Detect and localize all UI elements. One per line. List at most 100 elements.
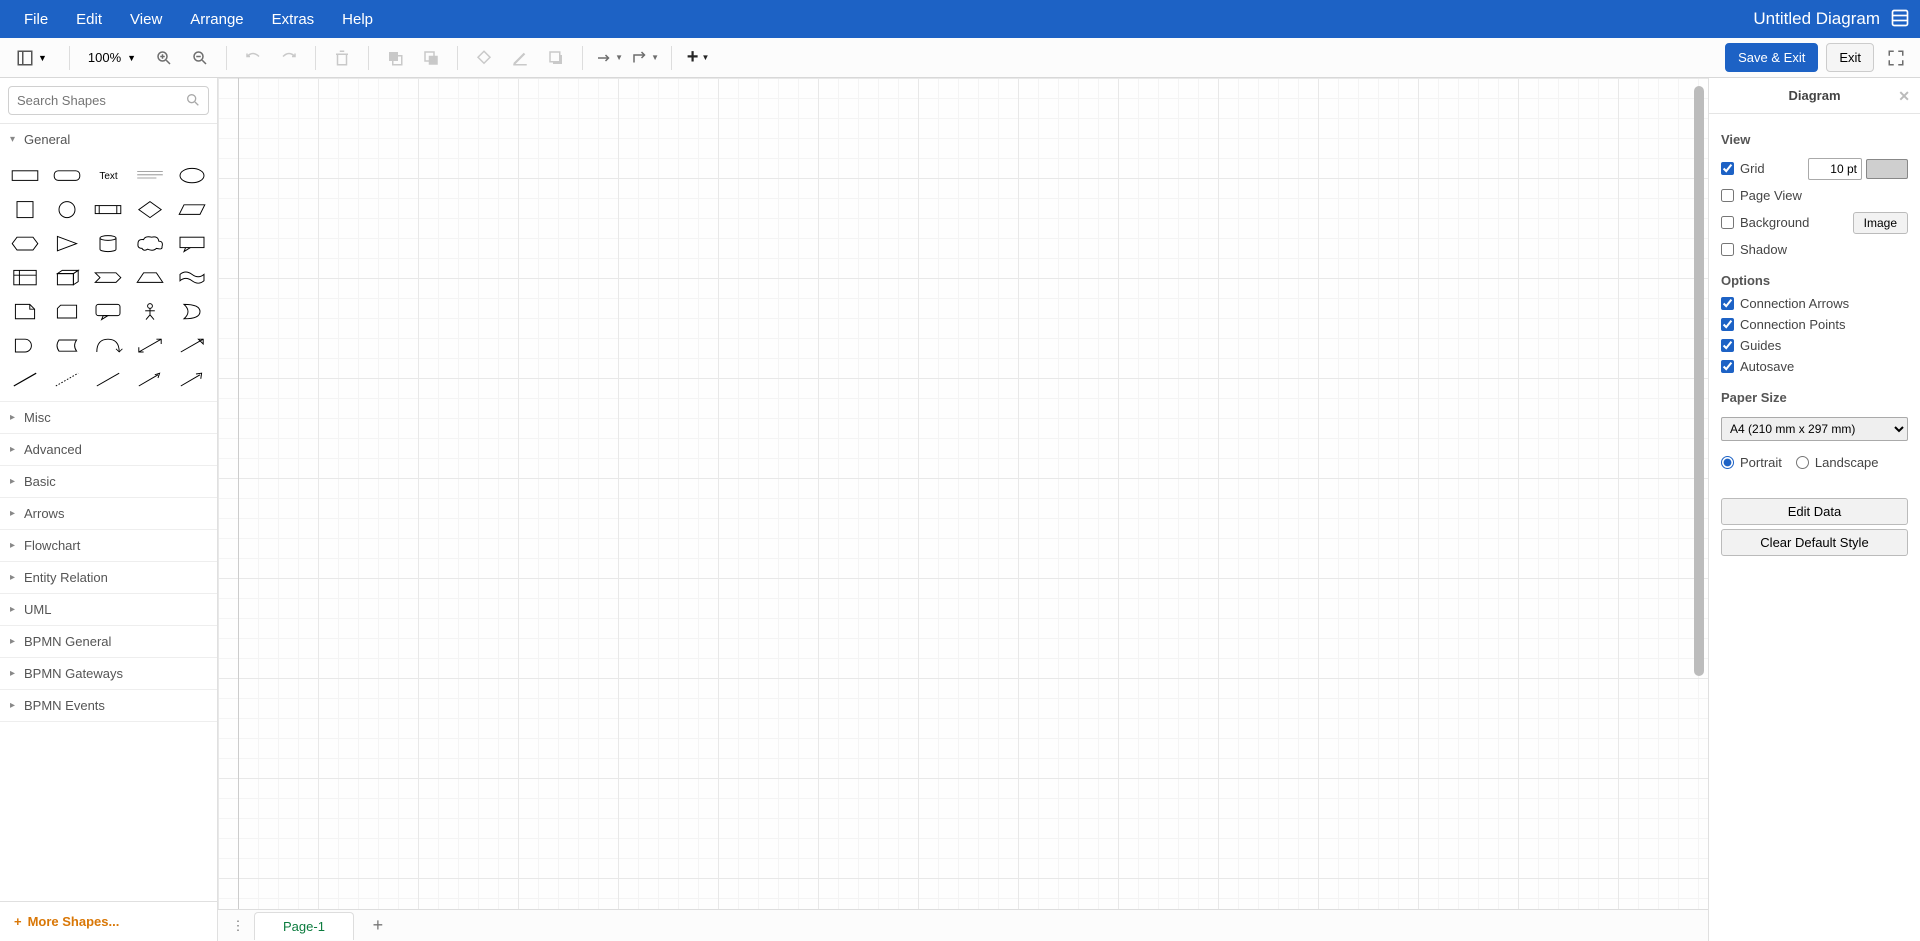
zoom-in-button[interactable]	[150, 44, 178, 72]
background-image-button[interactable]: Image	[1853, 212, 1908, 234]
shape-hexagon[interactable]	[6, 231, 44, 257]
menu-edit[interactable]: Edit	[62, 0, 116, 38]
shape-circle[interactable]	[48, 197, 86, 223]
pageview-field[interactable]: Page View	[1721, 188, 1908, 203]
menu-view[interactable]: View	[116, 0, 176, 38]
shape-callout-rect[interactable]	[90, 299, 128, 325]
portrait-radio[interactable]	[1721, 456, 1734, 469]
search-input[interactable]	[8, 86, 209, 115]
save-exit-button[interactable]: Save & Exit	[1725, 43, 1818, 72]
category-header[interactable]: ▸BPMN General	[0, 626, 217, 657]
page-tab-active[interactable]: Page-1	[254, 912, 354, 940]
shape-internal-storage[interactable]	[6, 265, 44, 291]
category-header[interactable]: ▸Misc	[0, 402, 217, 433]
menu-extras[interactable]: Extras	[258, 0, 329, 38]
add-page-button[interactable]: +	[366, 914, 390, 938]
category-header[interactable]: ▸Advanced	[0, 434, 217, 465]
shape-ellipse[interactable]	[173, 163, 211, 189]
category-header[interactable]: ▸BPMN Gateways	[0, 658, 217, 689]
background-checkbox[interactable]	[1721, 216, 1734, 229]
category-header[interactable]: ▸Entity Relation	[0, 562, 217, 593]
shape-parallelogram[interactable]	[173, 197, 211, 223]
shape-triangle[interactable]	[48, 231, 86, 257]
shape-line[interactable]	[6, 367, 44, 393]
waypoints-button[interactable]: ▼	[631, 44, 659, 72]
shape-text[interactable]: Text	[90, 163, 128, 189]
menu-help[interactable]: Help	[328, 0, 387, 38]
fullscreen-button[interactable]	[1882, 44, 1910, 72]
shape-textbox[interactable]	[131, 163, 169, 189]
connection-button[interactable]: ▼	[595, 44, 623, 72]
grid-field[interactable]: Grid	[1721, 161, 1765, 176]
shape-and[interactable]	[6, 333, 44, 359]
shape-cloud[interactable]	[131, 231, 169, 257]
shape-arrow[interactable]	[173, 333, 211, 359]
autosave-field[interactable]: Autosave	[1721, 359, 1908, 374]
paper-size-select[interactable]: A4 (210 mm x 297 mm)	[1721, 417, 1908, 441]
zoom-out-button[interactable]	[186, 44, 214, 72]
shape-dashed-line[interactable]	[48, 367, 86, 393]
page-tab-menu[interactable]: ⋮	[226, 914, 250, 938]
shape-directional-connector-2[interactable]	[173, 367, 211, 393]
menu-file[interactable]: File	[10, 0, 62, 38]
shape-curve[interactable]	[90, 333, 128, 359]
shape-actor[interactable]	[131, 299, 169, 325]
shape-card[interactable]	[48, 299, 86, 325]
fill-color-button[interactable]	[470, 44, 498, 72]
line-color-button[interactable]	[506, 44, 534, 72]
conn-arrows-checkbox[interactable]	[1721, 297, 1734, 310]
shadow-checkbox[interactable]	[1721, 243, 1734, 256]
undo-button[interactable]	[239, 44, 267, 72]
shape-or[interactable]	[173, 299, 211, 325]
conn-points-field[interactable]: Connection Points	[1721, 317, 1908, 332]
pageview-checkbox[interactable]	[1721, 189, 1734, 202]
vertical-scrollbar[interactable]	[1694, 86, 1704, 676]
edit-data-button[interactable]: Edit Data	[1721, 498, 1908, 525]
format-panel-icon[interactable]	[1890, 8, 1910, 31]
shape-bidirectional-arrow[interactable]	[131, 333, 169, 359]
shape-cube[interactable]	[48, 265, 86, 291]
shape-data-storage[interactable]	[48, 333, 86, 359]
view-dropdown[interactable]: ▼	[10, 45, 53, 71]
shape-tape[interactable]	[173, 265, 211, 291]
zoom-dropdown[interactable]: 100% ▼	[82, 46, 142, 69]
more-shapes-button[interactable]: + More Shapes...	[0, 901, 217, 941]
conn-arrows-field[interactable]: Connection Arrows	[1721, 296, 1908, 311]
landscape-field[interactable]: Landscape	[1796, 455, 1879, 470]
shape-square[interactable]	[6, 197, 44, 223]
grid-size-input[interactable]	[1808, 158, 1862, 180]
to-front-button[interactable]	[381, 44, 409, 72]
shape-step[interactable]	[90, 265, 128, 291]
canvas-area[interactable]: ⋮ ⋮ Page-1 +	[218, 78, 1708, 941]
shape-callout[interactable]	[173, 231, 211, 257]
portrait-field[interactable]: Portrait	[1721, 455, 1782, 470]
exit-button[interactable]: Exit	[1826, 43, 1874, 72]
grid-checkbox[interactable]	[1721, 162, 1734, 175]
close-icon[interactable]: ✕	[1898, 88, 1910, 105]
shadow-button[interactable]	[542, 44, 570, 72]
insert-button[interactable]: +▼	[684, 44, 712, 72]
guides-field[interactable]: Guides	[1721, 338, 1908, 353]
category-header[interactable]: ▸Arrows	[0, 498, 217, 529]
category-header[interactable]: ▸Flowchart	[0, 530, 217, 561]
shape-process[interactable]	[90, 197, 128, 223]
shape-rectangle[interactable]	[6, 163, 44, 189]
menu-arrange[interactable]: Arrange	[176, 0, 257, 38]
shadow-field[interactable]: Shadow	[1721, 242, 1908, 257]
shape-line2[interactable]	[90, 367, 128, 393]
landscape-radio[interactable]	[1796, 456, 1809, 469]
shape-trapezoid[interactable]	[131, 265, 169, 291]
to-back-button[interactable]	[417, 44, 445, 72]
shape-cylinder[interactable]	[90, 231, 128, 257]
conn-points-checkbox[interactable]	[1721, 318, 1734, 331]
grid-color-swatch[interactable]	[1866, 159, 1908, 179]
document-title[interactable]: Untitled Diagram	[1753, 9, 1880, 29]
shape-rounded-rectangle[interactable]	[48, 163, 86, 189]
guides-checkbox[interactable]	[1721, 339, 1734, 352]
background-field[interactable]: Background	[1721, 215, 1809, 230]
category-header[interactable]: ▸UML	[0, 594, 217, 625]
autosave-checkbox[interactable]	[1721, 360, 1734, 373]
shape-directional-connector[interactable]	[131, 367, 169, 393]
category-header[interactable]: ▸Basic	[0, 466, 217, 497]
category-header[interactable]: ▸BPMN Events	[0, 690, 217, 721]
